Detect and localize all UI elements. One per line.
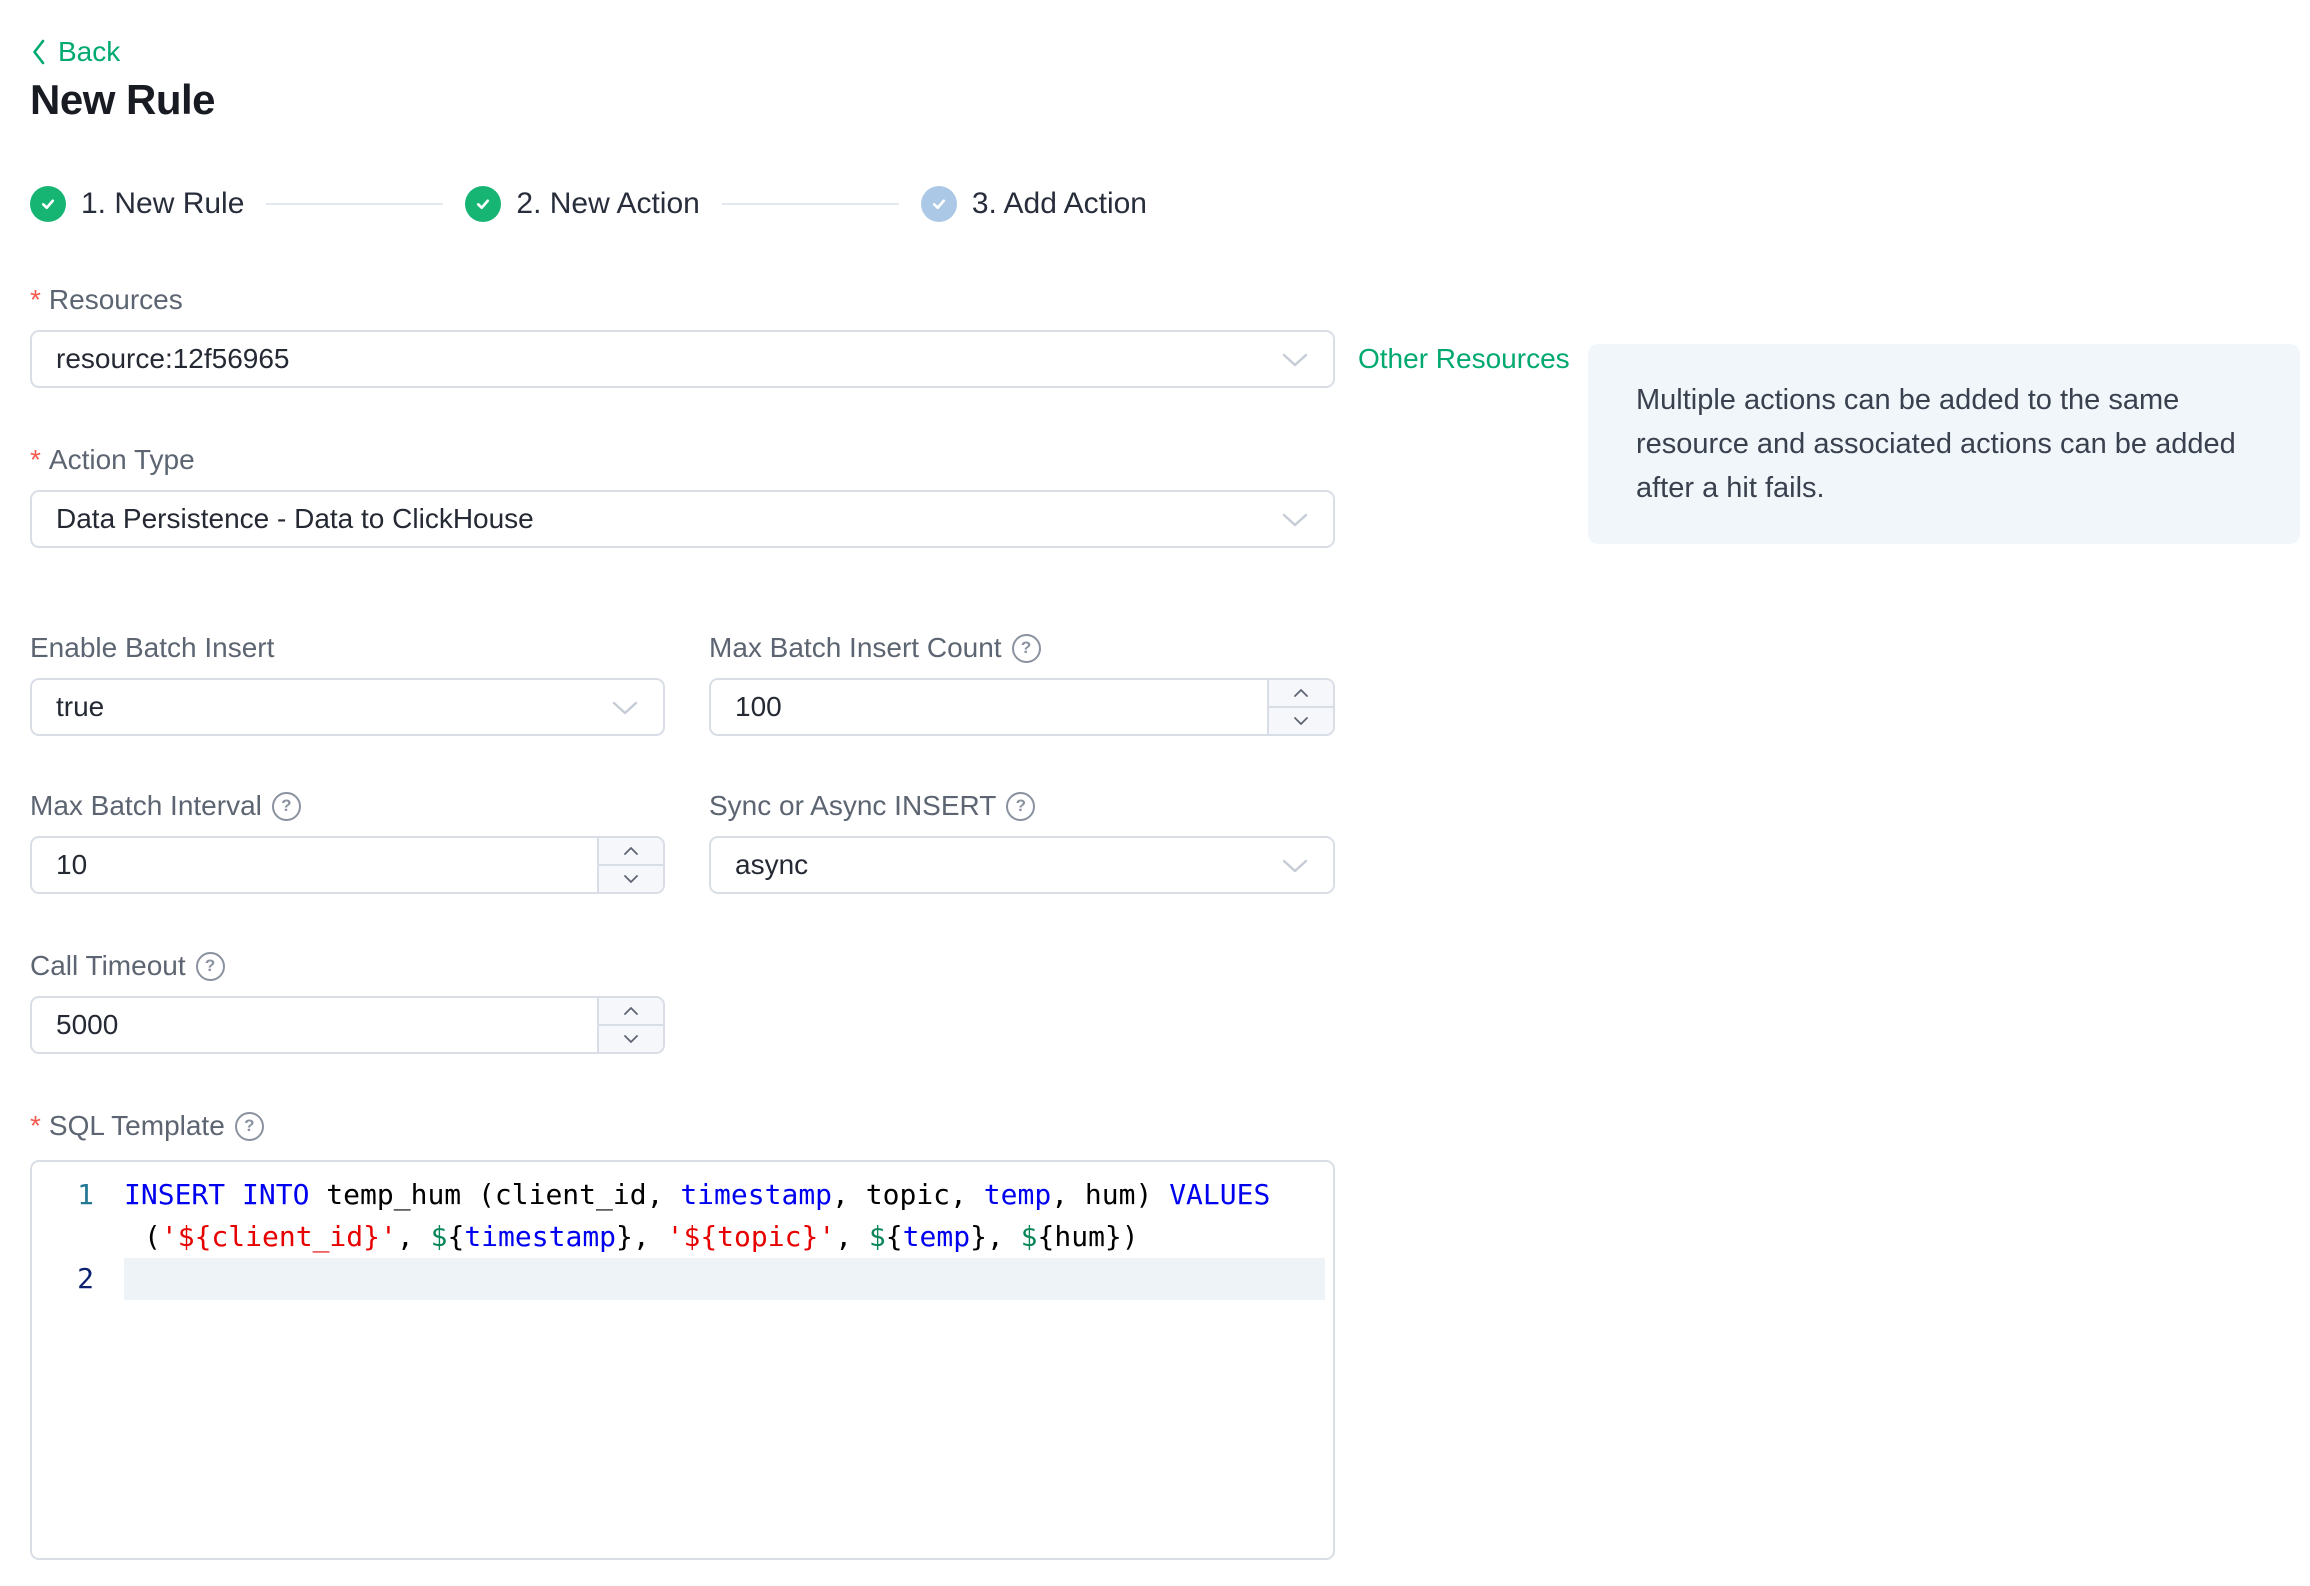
chevron-down-icon — [624, 1035, 638, 1043]
stepper-down-button[interactable] — [599, 866, 663, 892]
call-timeout-label: Call Timeout ? — [30, 950, 665, 982]
chevron-up-icon — [1294, 689, 1308, 697]
code-row: ('${client_id}', ${timestamp}, '${topic}… — [32, 1216, 1333, 1258]
max-batch-count-input[interactable]: 100 — [709, 678, 1335, 736]
help-icon[interactable]: ? — [271, 791, 301, 821]
steps-indicator: 1. New Rule 2. New Action 3. Add Action — [30, 186, 1147, 222]
number-stepper — [597, 838, 663, 892]
resources-select[interactable]: resource:12f56965 — [30, 330, 1335, 388]
help-icon[interactable]: ? — [195, 951, 225, 981]
step-check-icon — [920, 186, 957, 222]
sql-template-label: * SQL Template ? — [30, 1110, 1335, 1142]
chevron-down-icon — [1281, 503, 1309, 535]
sql-editor-lines: 1 INSERT INTO temp_hum (client_id, timest… — [32, 1174, 1333, 1300]
chevron-down-icon — [624, 875, 638, 883]
code-line: ('${client_id}', ${timestamp}, '${topic}… — [144, 1220, 1139, 1253]
max-batch-interval-label: Max Batch Interval ? — [30, 790, 665, 822]
new-rule-page: Back New Rule 1. New Rule 2. New Action … — [0, 0, 2310, 1586]
sync-async-label: Sync or Async INSERT ? — [709, 790, 1335, 822]
action-type-label: * Action Type — [30, 444, 195, 475]
stepper-down-button[interactable] — [1269, 708, 1333, 734]
step-new-rule: 1. New Rule — [30, 186, 244, 222]
step-check-icon — [30, 186, 66, 222]
max-batch-interval-value: 10 — [56, 849, 88, 880]
info-note: Multiple actions can be added to the sam… — [1588, 344, 2300, 544]
sync-async-select[interactable]: async — [709, 836, 1335, 894]
max-batch-count-label: Max Batch Insert Count ? — [709, 632, 1335, 664]
enable-batch-select[interactable]: true — [30, 678, 665, 736]
chevron-down-icon — [1294, 717, 1308, 725]
chevron-down-icon — [611, 691, 639, 723]
resources-value: resource:12f56965 — [56, 343, 290, 374]
stepper-up-button[interactable] — [599, 998, 663, 1026]
chevron-up-icon — [624, 1007, 638, 1015]
code-row: 2 — [32, 1258, 1333, 1300]
chevron-down-icon — [1281, 849, 1309, 881]
step-new-action: 2. New Action — [465, 186, 700, 222]
step-label: 1. New Rule — [81, 187, 245, 220]
back-button[interactable]: Back — [30, 36, 120, 68]
required-asterisk: * — [30, 444, 41, 475]
chevron-down-icon — [1281, 343, 1309, 375]
chevron-up-icon — [624, 847, 638, 855]
call-timeout-value: 5000 — [56, 1009, 119, 1040]
required-asterisk: * — [30, 1110, 41, 1141]
other-resources-link[interactable]: Other Resources — [1358, 330, 1570, 388]
step-connector — [721, 203, 899, 205]
help-icon[interactable]: ? — [234, 1111, 264, 1141]
call-timeout-input[interactable]: 5000 — [30, 996, 665, 1054]
page-title: New Rule — [30, 76, 216, 123]
rule-form: * Resources resource:12f56965 * Action T… — [30, 284, 1335, 1560]
back-label: Back — [58, 36, 121, 67]
step-label: 3. Add Action — [971, 187, 1147, 220]
stepper-down-button[interactable] — [599, 1026, 663, 1052]
number-stepper — [1267, 680, 1333, 734]
stepper-up-button[interactable] — [1269, 680, 1333, 708]
step-check-icon — [465, 186, 502, 222]
sync-async-value: async — [735, 849, 809, 880]
resources-label: * Resources — [30, 284, 183, 315]
step-add-action: 3. Add Action — [920, 186, 1147, 222]
required-asterisk: * — [30, 284, 41, 315]
max-batch-interval-input[interactable]: 10 — [30, 836, 665, 894]
chevron-left-icon — [30, 38, 47, 66]
sql-editor[interactable]: 1 INSERT INTO temp_hum (client_id, timest… — [30, 1160, 1335, 1560]
code-row: 1 INSERT INTO temp_hum (client_id, timest… — [32, 1174, 1333, 1216]
enable-batch-label: Enable Batch Insert — [30, 632, 275, 663]
max-batch-count-value: 100 — [735, 691, 782, 722]
help-icon[interactable]: ? — [1011, 633, 1041, 663]
line-number: 1 — [77, 1178, 94, 1211]
action-type-select[interactable]: Data Persistence - Data to ClickHouse — [30, 490, 1335, 548]
step-connector — [266, 203, 444, 205]
code-line — [124, 1258, 1325, 1300]
code-line: INSERT INTO temp_hum (client_id, timesta… — [124, 1178, 1271, 1211]
line-number: 2 — [77, 1262, 94, 1295]
step-label: 2. New Action — [516, 187, 700, 220]
enable-batch-value: true — [56, 691, 105, 722]
action-type-value: Data Persistence - Data to ClickHouse — [56, 503, 534, 534]
number-stepper — [597, 998, 663, 1052]
help-icon[interactable]: ? — [1006, 791, 1036, 821]
stepper-up-button[interactable] — [599, 838, 663, 866]
line-number — [32, 1216, 124, 1258]
